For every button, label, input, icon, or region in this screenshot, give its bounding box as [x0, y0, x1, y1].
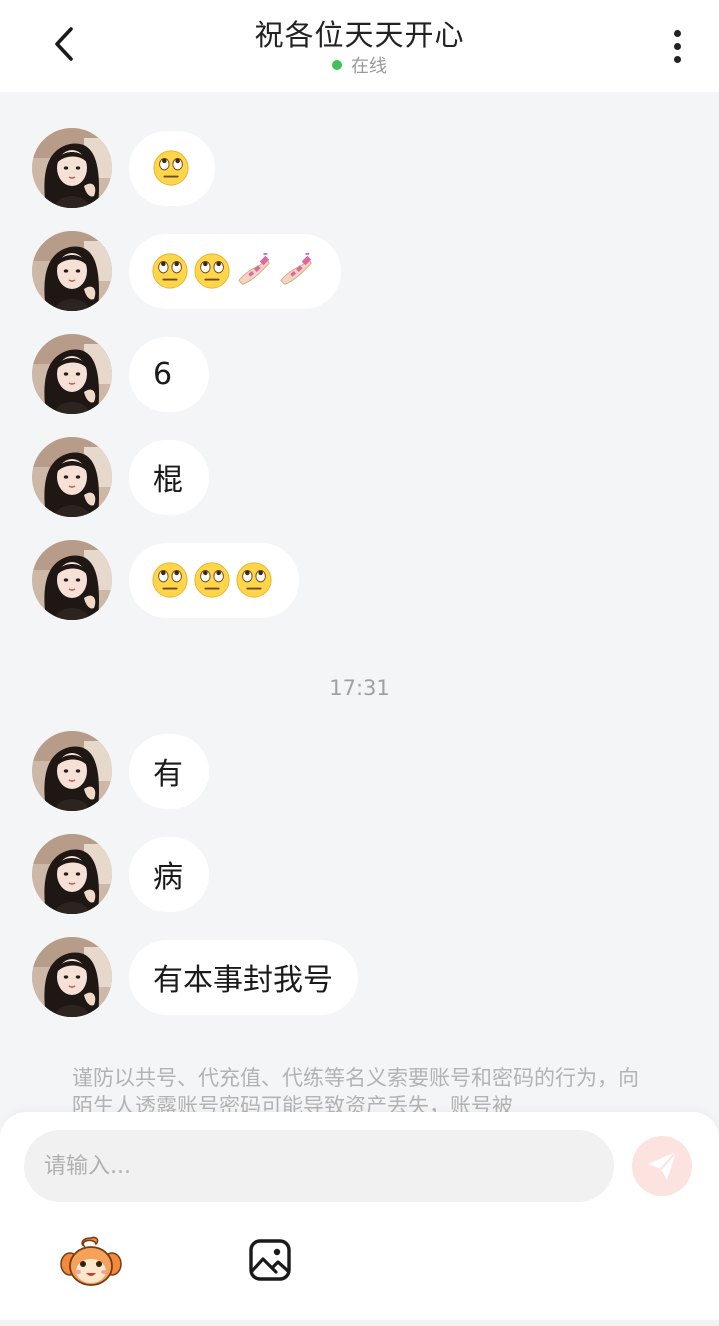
rolling-eyes-emoji-icon	[151, 252, 189, 290]
rolling-eyes-emoji-icon	[152, 149, 190, 187]
nail-polish-emoji-icon	[277, 252, 315, 290]
image-button[interactable]	[246, 1236, 294, 1284]
image-icon	[249, 1239, 291, 1281]
avatar[interactable]	[32, 540, 112, 620]
message-text: 有	[153, 757, 183, 792]
message-bubble[interactable]: 病	[129, 836, 209, 912]
avatar[interactable]	[32, 834, 112, 914]
nail-polish-emoji-icon	[235, 252, 273, 290]
avatar[interactable]	[32, 128, 112, 208]
time-divider: 17:31	[329, 676, 390, 700]
message-row	[32, 540, 299, 620]
message-input[interactable]	[24, 1130, 614, 1202]
avatar[interactable]	[32, 231, 112, 311]
avatar[interactable]	[32, 334, 112, 414]
chat-header: 祝各位天天开心 在线	[0, 0, 719, 92]
message-row: 有	[32, 731, 209, 811]
message-text: 病	[153, 860, 183, 895]
more-dot-icon	[673, 42, 681, 50]
rolling-eyes-emoji-icon	[193, 561, 231, 599]
message-bubble[interactable]: 有	[129, 733, 209, 809]
message-row	[32, 128, 215, 208]
more-dot-icon	[673, 29, 681, 37]
more-options-button[interactable]	[660, 24, 694, 68]
online-status: 在线	[0, 52, 719, 78]
message-bubble[interactable]	[129, 233, 341, 309]
message-row: 病	[32, 834, 209, 914]
message-text: 6	[153, 356, 173, 392]
composer-panel	[0, 1112, 719, 1326]
avatar[interactable]	[32, 437, 112, 517]
online-dot-icon	[332, 60, 342, 70]
message-row: 6	[32, 334, 209, 414]
rolling-eyes-emoji-icon	[193, 252, 231, 290]
message-text: 有本事封我号	[153, 963, 333, 998]
message-bubble[interactable]: 6	[129, 336, 209, 412]
message-row: 棍	[32, 437, 209, 517]
avatar[interactable]	[32, 731, 112, 811]
rolling-eyes-emoji-icon	[151, 561, 189, 599]
message-bubble[interactable]: 有本事封我号	[129, 939, 358, 1015]
safety-notice: 谨防以共号、代充值、代练等名义索要账号和密码的行为，向陌生人透露账号密码可能导致…	[72, 1066, 639, 1114]
send-button[interactable]	[632, 1136, 692, 1196]
message-bubble[interactable]: 棍	[129, 439, 209, 515]
bottom-edge	[0, 1320, 719, 1326]
avatar[interactable]	[32, 937, 112, 1017]
message-bubble[interactable]	[129, 130, 215, 206]
message-row	[32, 231, 341, 311]
message-bubble[interactable]	[129, 542, 299, 618]
online-status-label: 在线	[351, 56, 387, 77]
more-dot-icon	[673, 55, 681, 63]
message-text: 棍	[153, 463, 183, 498]
mascot-sticker-button[interactable]	[60, 1234, 122, 1290]
chat-title: 祝各位天天开心	[254, 18, 465, 52]
rolling-eyes-emoji-icon	[235, 561, 273, 599]
message-row: 有本事封我号	[32, 937, 358, 1017]
send-icon	[648, 1151, 677, 1180]
mascot-sticker-icon	[60, 1236, 122, 1286]
